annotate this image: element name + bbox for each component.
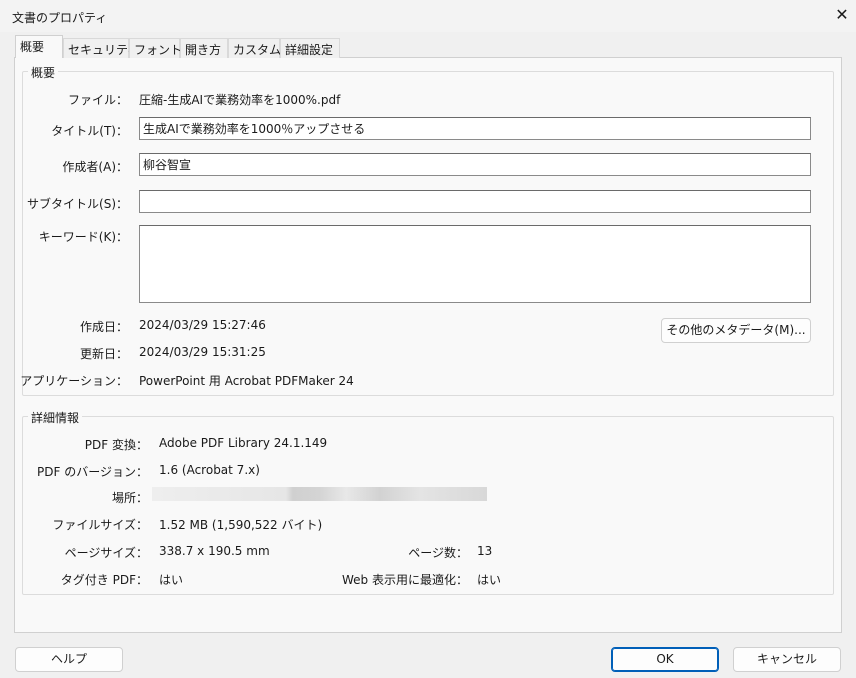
modified-value: 2024/03/29 15:31:25 [139, 345, 266, 359]
tab-custom[interactable]: カスタム [228, 38, 281, 58]
page-count-value: 13 [477, 544, 493, 558]
subtitle-label: サブタイトル(S)： [27, 197, 128, 211]
title-input[interactable]: 生成AIで業務効率を1000％アップさせる [139, 117, 811, 140]
cancel-button[interactable]: キャンセル [733, 647, 841, 672]
producer-value: Adobe PDF Library 24.1.149 [159, 436, 328, 450]
application-label: アプリケーション： [20, 374, 128, 388]
subtitle-input[interactable] [139, 190, 811, 213]
page-count-label: ページ数： [408, 546, 468, 560]
window-title: 文書のプロパティ [12, 11, 108, 25]
file-size-label: ファイルサイズ： [52, 518, 148, 532]
modified-label: 更新日： [79, 347, 128, 361]
author-label: 作成者(A)： [62, 160, 128, 174]
location-value-redacted [152, 487, 487, 501]
details-group-label: 詳細情報 [28, 409, 83, 426]
location-label: 場所： [111, 491, 148, 505]
file-label: ファイル： [67, 93, 128, 107]
tagged-pdf-value: はい [159, 573, 184, 587]
fast-web-view-label: Web 表示用に最適化： [342, 573, 468, 587]
tab-summary[interactable]: 概要 [15, 35, 63, 58]
keywords-label: キーワード(K)： [38, 230, 128, 244]
producer-label: PDF 変換： [84, 438, 148, 452]
help-button[interactable]: ヘルプ [15, 647, 123, 672]
page-size-value: 338.7 x 190.5 mm [159, 544, 270, 558]
version-value: 1.6 (Acrobat 7.x) [159, 463, 260, 477]
tab-fonts[interactable]: フォント [129, 38, 182, 58]
created-label: 作成日： [79, 320, 128, 334]
keywords-input[interactable] [139, 225, 811, 303]
tab-advanced[interactable]: 詳細設定 [280, 38, 340, 58]
file-size-value: 1.52 MB (1,590,522 バイト) [159, 518, 323, 532]
tab-security[interactable]: セキュリティ [63, 38, 139, 58]
ok-button[interactable]: OK [611, 647, 719, 672]
tab-initial-view[interactable]: 開き方 [180, 38, 228, 58]
summary-group-label: 概要 [28, 64, 59, 81]
close-icon[interactable]: ✕ [832, 5, 852, 25]
version-label: PDF のバージョン： [37, 465, 148, 479]
file-value: 圧縮-生成AIで業務効率を1000%.pdf [139, 93, 341, 107]
page-size-label: ページサイズ： [64, 546, 148, 560]
application-value: PowerPoint 用 Acrobat PDFMaker 24 [139, 374, 354, 388]
created-value: 2024/03/29 15:27:46 [139, 318, 266, 332]
author-input[interactable]: 柳谷智宣 [139, 153, 811, 176]
tagged-pdf-label: タグ付き PDF： [60, 573, 148, 587]
title-label: タイトル(T)： [51, 124, 128, 138]
more-metadata-button[interactable]: その他のメタデータ(M)... [661, 318, 811, 343]
fast-web-view-value: はい [477, 573, 502, 587]
title-bar [0, 0, 856, 32]
